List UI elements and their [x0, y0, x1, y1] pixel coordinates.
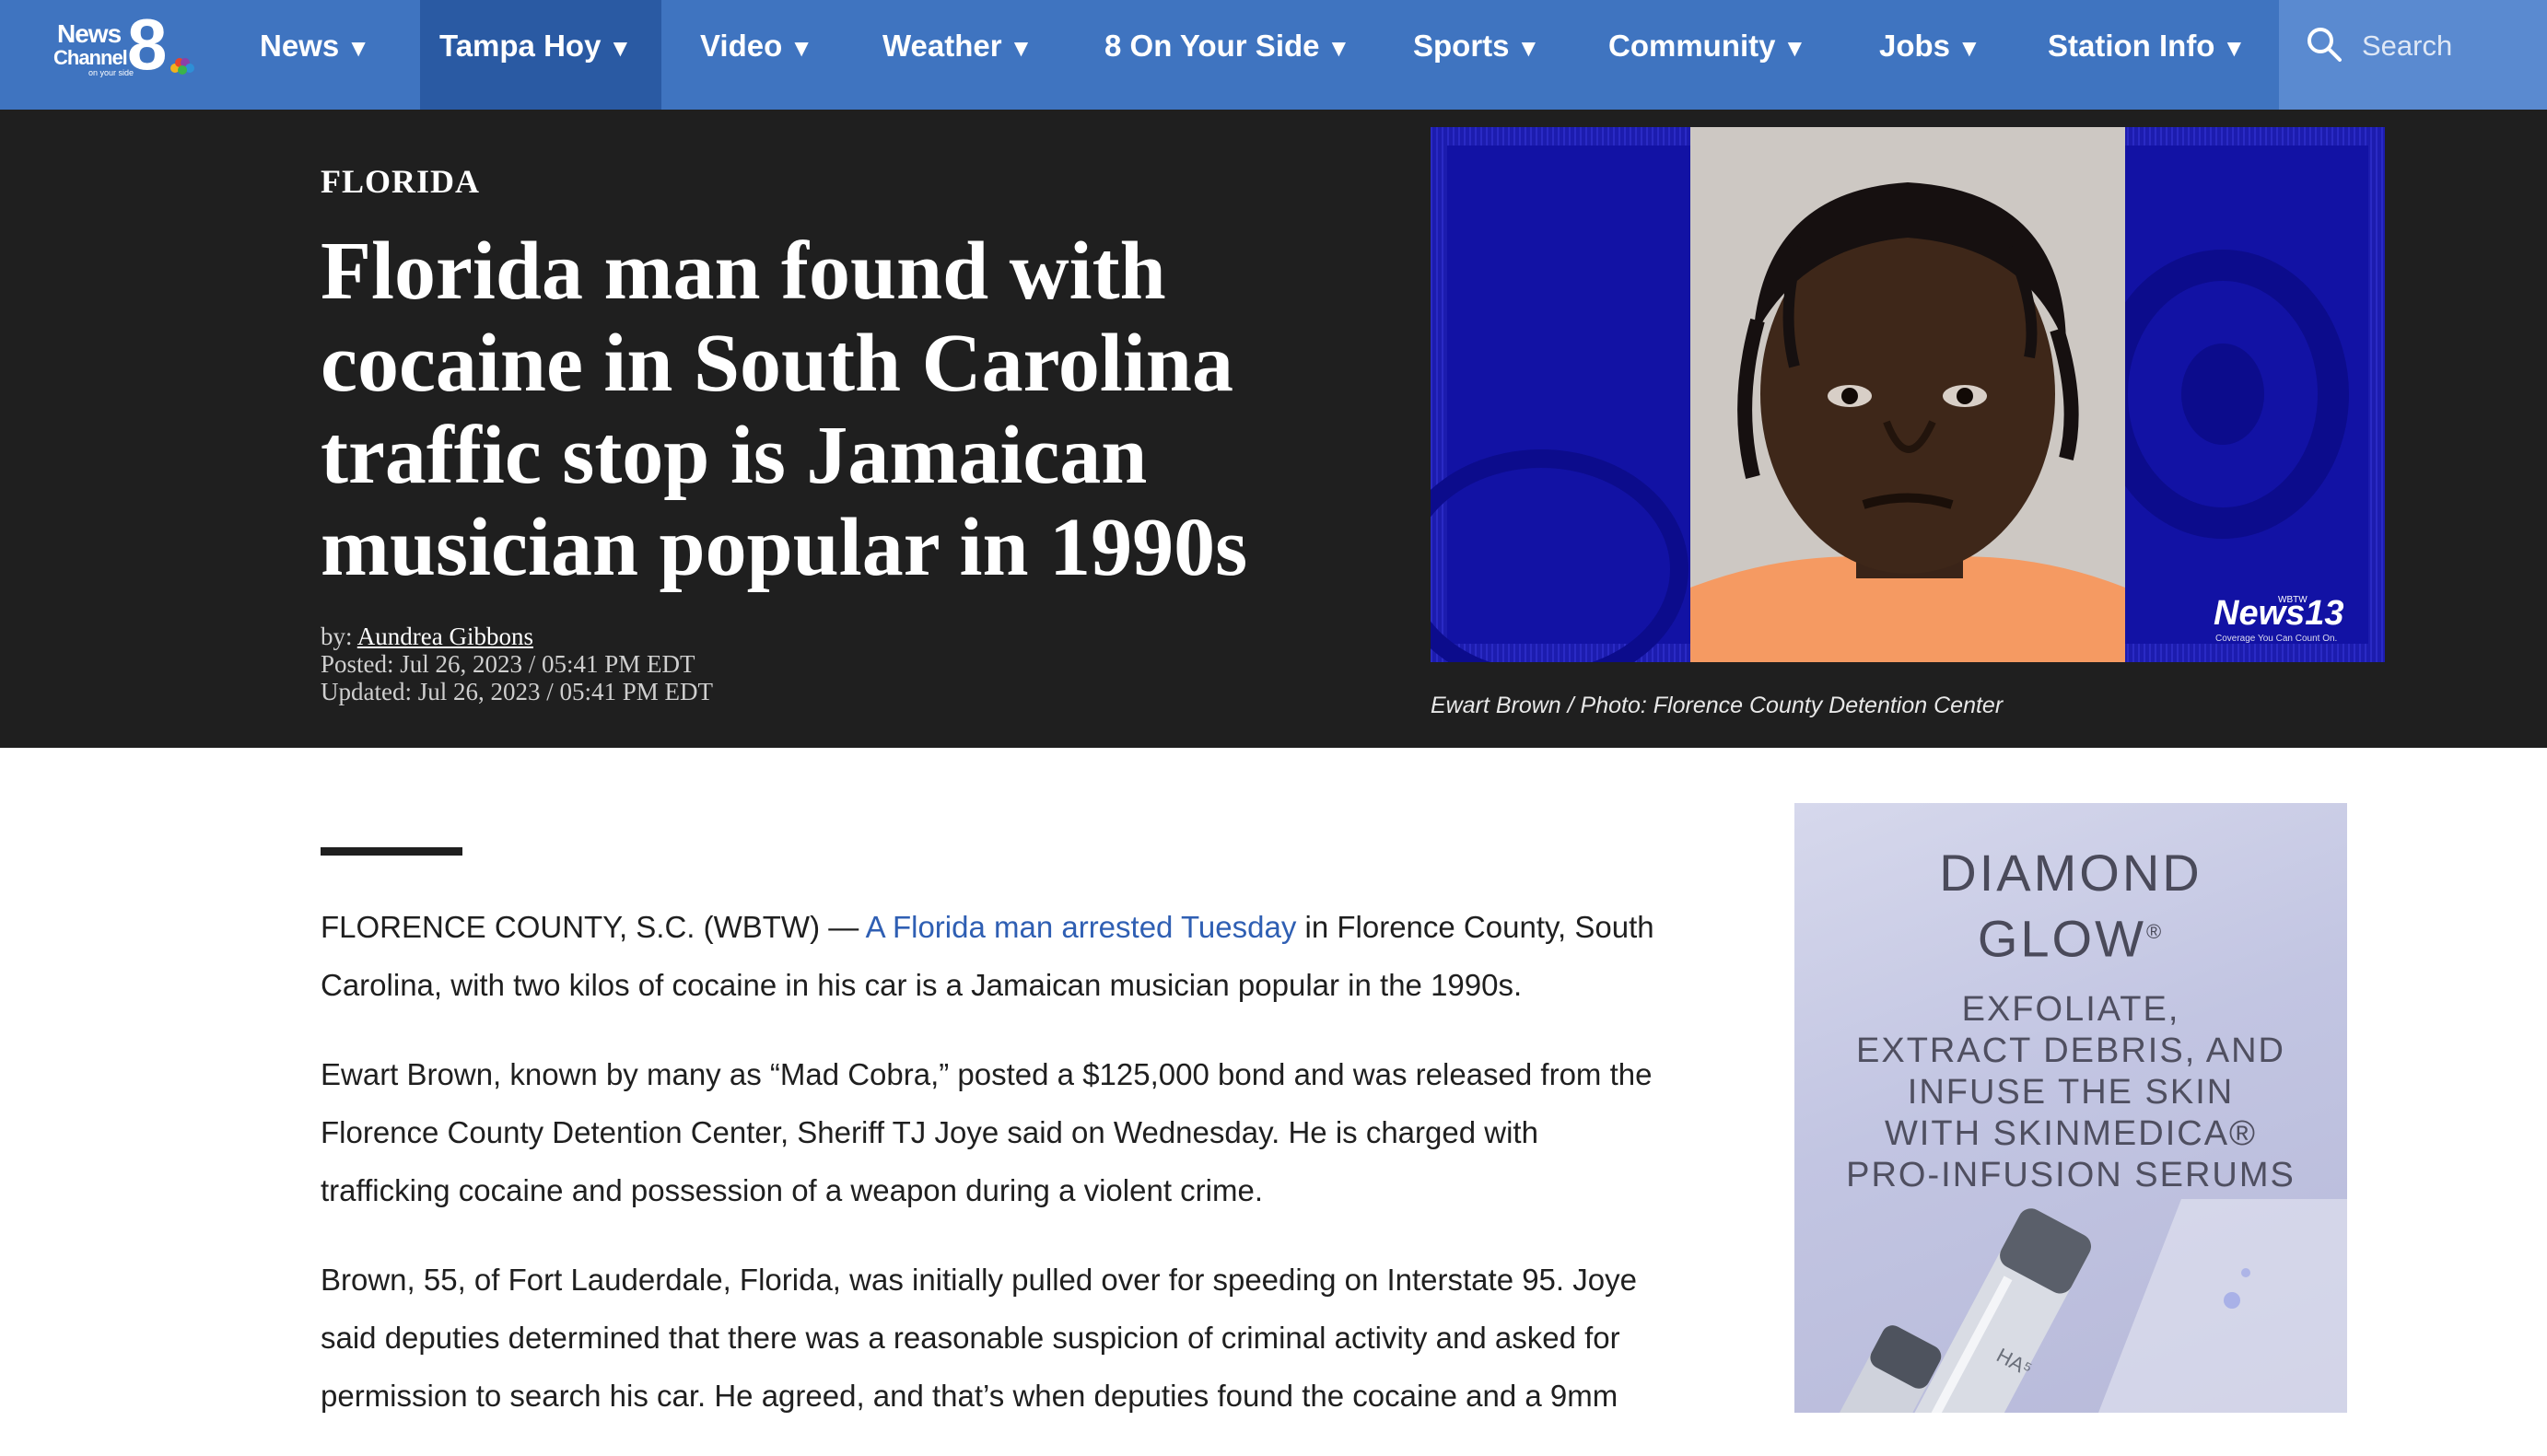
ad-copy-line: PRO-INFUSION SERUMS: [1846, 1156, 2296, 1194]
nav-label: Sports: [1413, 29, 1510, 63]
nav-item-news[interactable]: News ▼: [260, 0, 370, 110]
byline: by: Aundrea Gibbons: [321, 623, 713, 650]
caret-down-icon: ▼: [1782, 34, 1807, 62]
nav-label: Community: [1608, 29, 1776, 63]
ad-copy-line: EXTRACT DEBRIS, AND: [1856, 1031, 2285, 1070]
paragraph-1: FLORENCE COUNTY, S.C. (WBTW) — A Florida…: [321, 898, 1675, 1014]
posted-date: Posted: Jul 26, 2023 / 05:41 PM EDT: [321, 650, 695, 678]
divider-rule: [321, 847, 462, 856]
nav-label: Tampa Hoy: [439, 29, 602, 63]
nav-item-8-on-your-side[interactable]: 8 On Your Side ▼: [1104, 0, 1350, 110]
peacock-icon: [170, 58, 194, 75]
logo-eight: 8: [127, 4, 168, 85]
nav-label: Jobs: [1879, 29, 1951, 63]
search-icon[interactable]: [2307, 27, 2342, 62]
watermark-small: WBTW: [2278, 595, 2307, 605]
caret-down-icon: ▼: [1516, 34, 1541, 62]
search-box[interactable]: [2279, 0, 2547, 110]
logo-channel-text: Channel: [53, 46, 128, 69]
related-article-link[interactable]: A Florida man arrested Tuesday: [866, 910, 1297, 944]
nav-label: 8 On Your Side: [1104, 29, 1320, 63]
paragraph-2: Ewart Brown, known by many as “Mad Cobra…: [321, 1057, 1653, 1207]
nav-item-weather[interactable]: Weather ▼: [882, 0, 1033, 110]
caret-down-icon: ▼: [789, 34, 813, 62]
ad-copy-line: INFUSE THE SKIN: [1907, 1073, 2235, 1112]
byline-prefix: by:: [321, 623, 353, 650]
nav-item-station-info[interactable]: Station Info ▼: [2048, 0, 2246, 110]
ad-copy: EXFOLIATE, EXTRACT DEBRIS, AND INFUSE TH…: [1794, 989, 2347, 1196]
paragraph-3: Brown, 55, of Fort Lauderdale, Florida, …: [321, 1263, 1637, 1413]
article-headline: Florida man found with cocaine in South …: [321, 226, 1248, 593]
nav-label: Station Info: [2048, 29, 2215, 63]
ad-title: DIAMOND GLOW®: [1794, 844, 2347, 969]
caret-down-icon: ▼: [2222, 34, 2247, 62]
mugshot-photo[interactable]: News13 WBTW Coverage You Can Count On.: [1431, 127, 2385, 662]
watermark-tagline: Coverage You Can Count On.: [2215, 634, 2337, 644]
serum-bottle-image: HA⁵: [1805, 1199, 2347, 1413]
article-body: FLORENCE COUNTY, S.C. (WBTW) — A Florida…: [321, 898, 1675, 1456]
photo-caption: Ewart Brown / Photo: Florence County Det…: [1431, 693, 2004, 718]
caret-down-icon: ▼: [1326, 34, 1351, 62]
nav-label: Weather: [882, 29, 1002, 63]
nav-label: Video: [700, 29, 783, 63]
nav-item-community[interactable]: Community ▼: [1608, 0, 1806, 110]
nav-item-video[interactable]: Video ▼: [700, 0, 813, 110]
nav-item-jobs[interactable]: Jobs ▼: [1879, 0, 1981, 110]
caret-down-icon: ▼: [608, 34, 633, 62]
advertisement[interactable]: DIAMOND GLOW® EXFOLIATE, EXTRACT DEBRIS,…: [1794, 803, 2347, 1413]
ad-title-word: GLOW: [1977, 909, 2146, 968]
paragraph-text: FLORENCE COUNTY, S.C. (WBTW) —: [321, 910, 866, 944]
article-meta: by: Aundrea Gibbons Posted: Jul 26, 2023…: [321, 623, 713, 705]
author-link[interactable]: Aundrea Gibbons: [357, 623, 533, 650]
top-nav: News Channel on your side 8 News ▼ Tampa …: [0, 0, 2547, 110]
ad-title-line: GLOW®: [1794, 903, 2347, 969]
caret-down-icon: ▼: [346, 34, 370, 62]
nav-item-sports[interactable]: Sports ▼: [1413, 0, 1540, 110]
ad-title-line: DIAMOND: [1939, 844, 2202, 902]
registered-mark: ®: [2145, 920, 2165, 943]
section-label[interactable]: FLORIDA: [321, 162, 480, 201]
nav-item-tampa-hoy[interactable]: Tampa Hoy ▼: [439, 0, 632, 110]
caret-down-icon: ▼: [1009, 34, 1034, 62]
ad-copy-line: EXFOLIATE,: [1961, 990, 2180, 1029]
logo-news-text: News: [57, 19, 122, 48]
site-logo[interactable]: News Channel on your side 8: [48, 7, 195, 96]
nav-label: News: [260, 29, 340, 63]
updated-date: Updated: Jul 26, 2023 / 05:41 PM EDT: [321, 678, 713, 705]
ad-copy-line: WITH SKINMEDICA®: [1884, 1114, 2258, 1153]
search-input[interactable]: [2360, 24, 2539, 68]
caret-down-icon: ▼: [1957, 34, 1981, 62]
